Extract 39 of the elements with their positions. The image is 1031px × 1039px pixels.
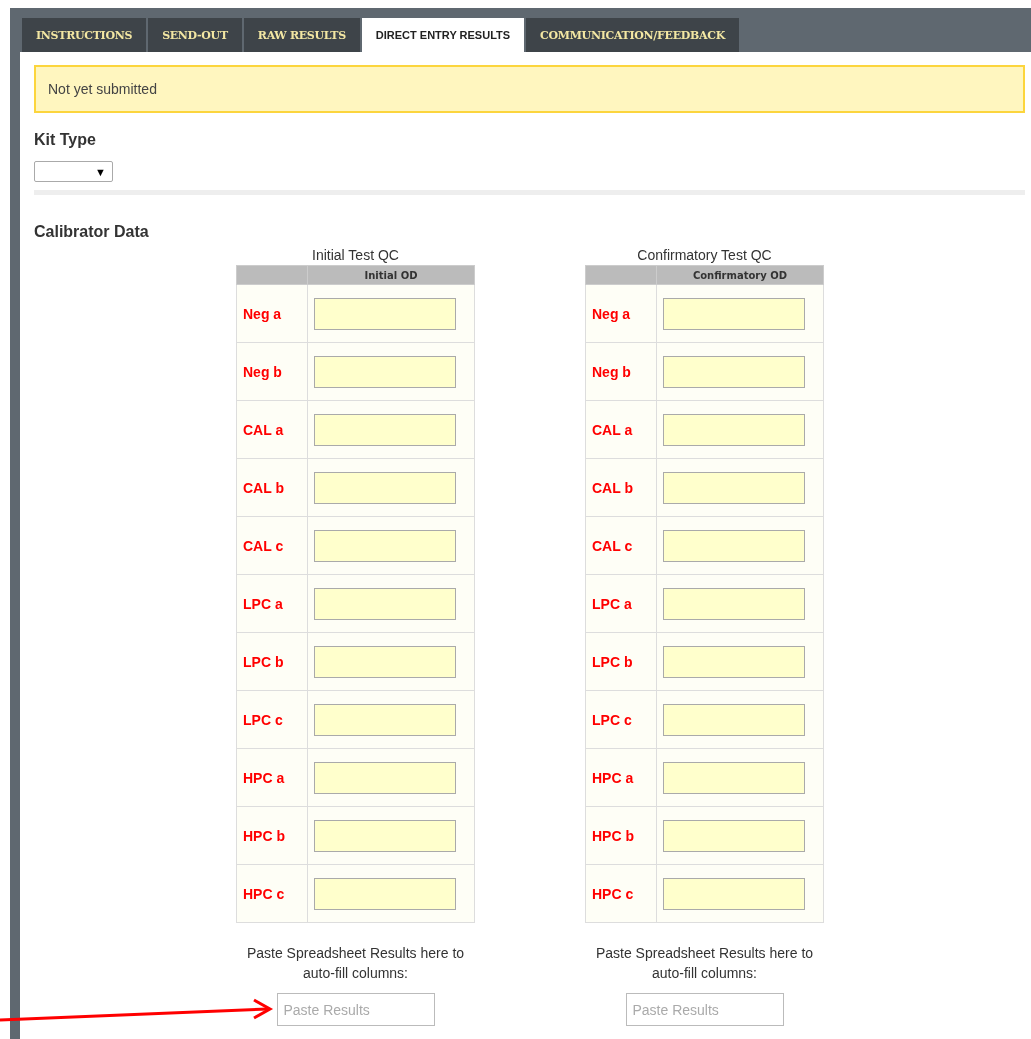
row-label: CAL c: [585, 516, 657, 575]
header-cell: Initial OD: [307, 265, 475, 285]
row-label: HPC c: [585, 864, 657, 923]
kit-type-dropdown[interactable]: ▼: [34, 161, 113, 182]
row-label: Neg b: [585, 342, 657, 401]
tab[interactable]: COMMUNICATION/FEEDBACK: [526, 18, 739, 52]
row-label: CAL a: [585, 400, 657, 459]
row-label: Neg a: [585, 284, 657, 343]
paste-results-field[interactable]: Paste Results: [625, 993, 784, 1026]
row-label: LPC a: [585, 574, 657, 633]
row-label: CAL b: [585, 458, 657, 517]
row-label: HPC b: [236, 806, 308, 865]
tab[interactable]: SEND-OUT: [148, 18, 242, 52]
paste-hint: Paste Spreadsheet Results here to auto-fill columns:: [245, 944, 466, 983]
table-title: Initial Test QC: [312, 247, 399, 263]
tab[interactable]: RAW RESULTS: [243, 18, 360, 52]
table-title: Confirmatory Test QC: [637, 247, 772, 263]
header-cell: Confirmatory OD: [656, 265, 824, 285]
row-label: HPC c: [236, 864, 308, 923]
row-label: Neg a: [236, 284, 308, 343]
row-label: HPC a: [236, 748, 308, 807]
status-alert: Not yet submitted: [34, 65, 1025, 113]
section-heading: Calibrator Data: [34, 223, 150, 241]
row-label: HPC a: [585, 748, 657, 807]
section-heading: Kit Type: [34, 131, 97, 149]
row-label: LPC c: [585, 690, 657, 749]
row-label: LPC b: [236, 632, 308, 691]
tab[interactable]: DIRECT ENTRY RESULTS: [361, 18, 525, 52]
row-label: CAL b: [236, 458, 308, 517]
row-label: LPC a: [236, 574, 308, 633]
row-label: LPC b: [585, 632, 657, 691]
row-label: LPC c: [236, 690, 308, 749]
paste-hint: Paste Spreadsheet Results here to auto-fill columns:: [594, 944, 815, 983]
row-label: CAL c: [236, 516, 308, 575]
row-label: Neg b: [236, 342, 308, 401]
row-label: CAL a: [236, 400, 308, 459]
row-label: HPC b: [585, 806, 657, 865]
tab[interactable]: INSTRUCTIONS: [22, 18, 147, 52]
paste-results-field[interactable]: Paste Results: [276, 993, 435, 1026]
